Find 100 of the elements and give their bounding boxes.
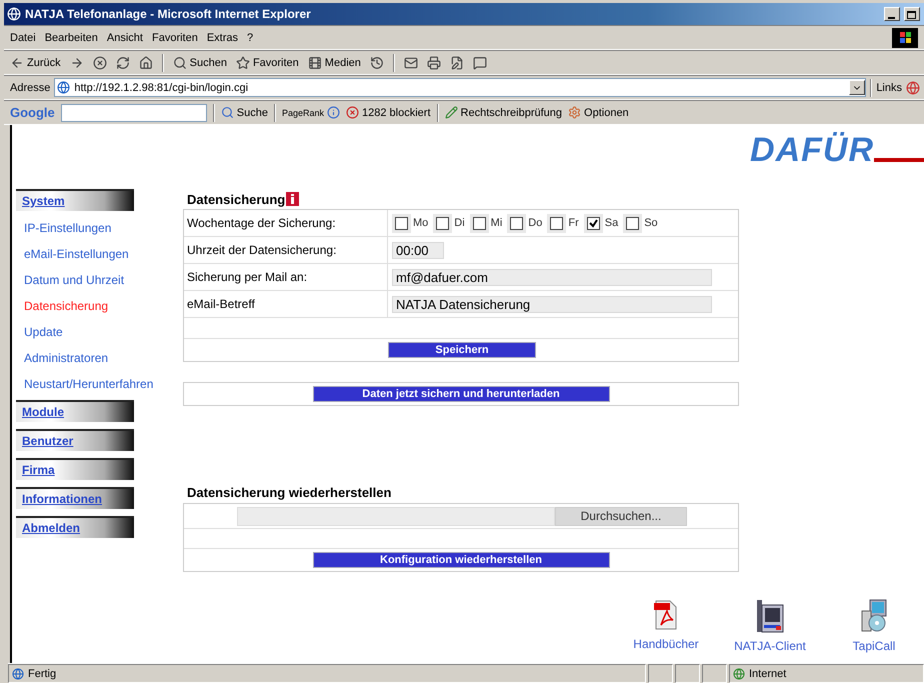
blocked-icon (346, 106, 360, 119)
home-button[interactable] (138, 56, 153, 70)
security-zone: Internet (749, 668, 786, 680)
nav-link[interactable]: Update (16, 322, 183, 348)
menu-item[interactable]: Ansicht (106, 32, 143, 44)
maximize-button[interactable] (904, 7, 920, 21)
weekday-label: Sa (604, 217, 618, 229)
google-search-field[interactable] (60, 104, 207, 122)
file-field[interactable] (237, 506, 555, 526)
menu-item[interactable]: Extras (206, 32, 238, 44)
stop-button[interactable] (92, 56, 107, 70)
nav-section-button[interactable]: Informationen (16, 487, 134, 509)
text-field[interactable]: mf@dafuer.com (392, 268, 712, 286)
link-icon[interactable] (906, 80, 920, 94)
edit-button[interactable] (450, 56, 464, 70)
section-title: Datensicherung wiederherstellen (187, 484, 392, 500)
discuss-button[interactable] (472, 56, 487, 70)
field-label: Uhrzeit der Datensicherung: (184, 237, 388, 263)
mail-button[interactable] (404, 56, 418, 70)
gear-icon (568, 106, 582, 119)
nav-section-button[interactable]: System (16, 189, 134, 211)
page-icon (12, 668, 24, 680)
info-icon[interactable] (286, 192, 300, 206)
text-field[interactable]: NATJA Datensicherung (392, 296, 712, 312)
message-icon (472, 56, 487, 70)
nav-link[interactable]: IP-Einstellungen (16, 218, 183, 244)
film-icon (308, 56, 322, 70)
weekday-label: So (644, 217, 658, 229)
spellcheck-button[interactable]: Rechtschreibprüfung (444, 106, 562, 119)
page-icon (57, 81, 70, 94)
nav-section-button[interactable]: Benutzer (16, 429, 134, 451)
status-text: Fertig (28, 668, 56, 680)
back-button[interactable]: Zurück (10, 56, 61, 70)
download-link[interactable]: TapiCall (832, 599, 916, 653)
forward-button[interactable] (70, 56, 84, 70)
status-pane (648, 664, 673, 683)
weekday-label: Fr (568, 217, 579, 229)
windows-logo-icon (892, 28, 918, 48)
browser-icon (7, 7, 21, 21)
menu-item[interactable]: Datei (10, 32, 36, 44)
nav-section-button[interactable]: Firma (16, 458, 134, 480)
download-link[interactable]: NATJA-Client (728, 599, 812, 653)
minimize-button[interactable] (884, 7, 900, 21)
printer-icon (426, 56, 441, 70)
refresh-button[interactable] (116, 56, 130, 70)
menu-item[interactable]: Bearbeiten (44, 32, 98, 44)
field-label: eMail-Betreff (184, 291, 388, 317)
maximize-icon (907, 11, 917, 20)
star-icon (236, 56, 250, 70)
nav-link[interactable]: Neustart/Herunterfahren (16, 374, 183, 400)
text-field[interactable]: 00:00 (392, 242, 444, 258)
nav-link[interactable]: Administratoren (16, 348, 183, 374)
pagerank-button[interactable]: PageRank (282, 106, 340, 119)
search-button[interactable]: Suchen (172, 56, 227, 70)
status-pane (675, 664, 700, 683)
info-icon (327, 106, 340, 119)
edit-icon (450, 56, 464, 70)
stop-icon (92, 56, 107, 70)
weekday-label: Mo (413, 217, 428, 229)
field-label: Sicherung per Mail an: (184, 264, 388, 290)
mail-icon (404, 56, 418, 70)
status-pane (702, 664, 727, 683)
weekday-label: Do (528, 217, 542, 229)
history-icon (370, 56, 384, 70)
download-link[interactable]: Handbücher (624, 599, 708, 653)
globe-icon (733, 668, 745, 680)
menu-item[interactable]: ? (247, 32, 254, 44)
print-button[interactable] (426, 56, 441, 70)
nav-link[interactable]: eMail-Einstellungen (16, 244, 183, 270)
favorites-button[interactable]: Favoriten (236, 56, 299, 70)
history-button[interactable] (370, 56, 384, 70)
window-title: NATJA Telefonanlage - Microsoft Internet Explorer (25, 7, 312, 21)
minimize-icon (888, 17, 896, 20)
nav-section-button[interactable]: Abmelden (16, 516, 134, 538)
nav-section-button[interactable]: Module (16, 400, 134, 422)
address-label: Adresse (10, 82, 50, 94)
links-label[interactable]: Links (876, 82, 902, 94)
search-icon (220, 106, 234, 119)
back-arrow-icon (10, 56, 24, 70)
field-label: Wochentage der Sicherung: (184, 210, 388, 236)
search-icon (172, 56, 187, 70)
home-icon (138, 56, 153, 70)
nav-link[interactable]: Datensicherung (16, 296, 183, 322)
save-button[interactable]: Speichern (388, 342, 536, 358)
media-button[interactable]: Medien (308, 56, 361, 70)
restore-button[interactable]: Konfiguration wiederherstellen (312, 552, 610, 568)
browse-button[interactable]: Durchsuchen... (555, 506, 687, 526)
search-button[interactable]: Suche (220, 106, 268, 119)
computer-cd-icon (860, 599, 888, 633)
options-button[interactable]: Optionen (568, 106, 629, 119)
weekday-label: Mi (490, 217, 502, 229)
dropdown-button[interactable] (849, 80, 866, 95)
pencil-icon (444, 106, 458, 119)
address-field[interactable]: http://192.1.2.98:81/cgi-bin/login.cgi (74, 82, 248, 94)
menu-item[interactable]: Favoriten (152, 32, 198, 44)
download-button[interactable]: Daten jetzt sichern und herunterladen (312, 386, 610, 402)
nav-link[interactable]: Datum und Uhrzeit (16, 270, 183, 296)
weekday-label: Di (454, 217, 465, 229)
section-title: Datensicherung (187, 192, 286, 206)
popup-blocker-button[interactable]: 1282 blockiert (346, 106, 431, 119)
